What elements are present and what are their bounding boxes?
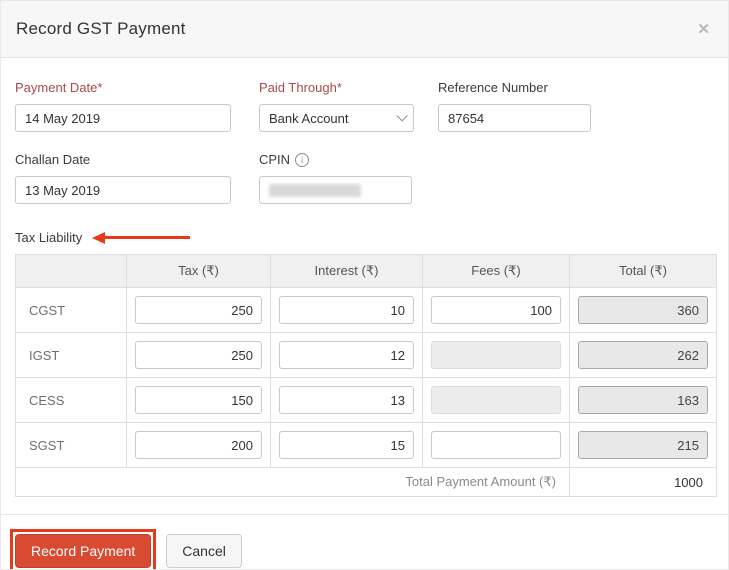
cess-fees-input [431,386,561,414]
reference-number-field: Reference Number [438,80,591,132]
form-row-2: Challan Date CPIN i [15,152,714,204]
cpin-label: CPIN i [259,152,412,167]
row-label-cess: CESS [16,378,127,423]
column-header-total: Total (₹) [570,255,717,288]
cess-interest-input[interactable] [279,386,414,414]
cancel-button[interactable]: Cancel [166,534,242,568]
tax-liability-section: Tax Liability [15,230,714,245]
cgst-total-input [578,296,708,324]
paid-through-value: Bank Account [269,111,349,126]
challan-date-input[interactable] [15,176,231,204]
igst-total-input [578,341,708,369]
modal-footer: Record Payment Cancel [1,515,728,570]
red-arrow-icon [92,232,190,244]
info-icon[interactable]: i [295,153,309,167]
reference-number-input[interactable] [438,104,591,132]
tax-liability-label: Tax Liability [15,230,82,245]
record-payment-button[interactable]: Record Payment [15,534,151,568]
table-header-row: Tax (₹) Interest (₹) Fees (₹) Total (₹) [16,255,717,288]
close-icon[interactable]: ✕ [697,22,710,37]
sgst-tax-input[interactable] [135,431,262,459]
column-header-empty [16,255,127,288]
igst-tax-input[interactable] [135,341,262,369]
modal-body: Payment Date* Paid Through* Bank Account… [1,58,728,497]
cpin-field: CPIN i [259,152,412,204]
total-payment-amount-label: Total Payment Amount (₹) [16,468,570,497]
column-header-interest: Interest (₹) [271,255,423,288]
paid-through-label: Paid Through* [259,80,414,95]
modal-header: Record GST Payment ✕ [1,1,728,58]
cpin-label-text: CPIN [259,152,290,167]
cgst-interest-input[interactable] [279,296,414,324]
column-header-tax: Tax (₹) [127,255,271,288]
table-row-sgst: SGST [16,423,717,468]
paid-through-select[interactable]: Bank Account [259,104,414,132]
form-row-1: Payment Date* Paid Through* Bank Account… [15,80,714,132]
tax-liability-table: Tax (₹) Interest (₹) Fees (₹) Total (₹) … [15,254,717,497]
sgst-total-input [578,431,708,459]
redacted-value-bar [269,184,361,197]
cgst-fees-input[interactable] [431,296,561,324]
cess-total-input [578,386,708,414]
table-row-cess: CESS [16,378,717,423]
cpin-input[interactable] [259,176,412,204]
table-row-cgst: CGST [16,288,717,333]
igst-interest-input[interactable] [279,341,414,369]
reference-number-label: Reference Number [438,80,591,95]
total-payment-amount-value: 1000 [570,468,717,497]
column-header-fees: Fees (₹) [423,255,570,288]
row-label-cgst: CGST [16,288,127,333]
payment-date-field: Payment Date* [15,80,231,132]
record-gst-payment-modal: Record GST Payment ✕ Payment Date* Paid … [0,0,729,570]
challan-date-label: Challan Date [15,152,231,167]
cess-tax-input[interactable] [135,386,262,414]
record-payment-highlight-box: Record Payment [10,529,156,570]
chevron-down-icon [396,110,407,121]
table-row-igst: IGST [16,333,717,378]
igst-fees-input [431,341,561,369]
challan-date-field: Challan Date [15,152,231,204]
table-footer-row: Total Payment Amount (₹) 1000 [16,468,717,497]
modal-title: Record GST Payment [16,19,186,39]
cgst-tax-input[interactable] [135,296,262,324]
sgst-interest-input[interactable] [279,431,414,459]
payment-date-label: Payment Date* [15,80,231,95]
sgst-fees-input[interactable] [431,431,561,459]
row-label-igst: IGST [16,333,127,378]
payment-date-input[interactable] [15,104,231,132]
row-label-sgst: SGST [16,423,127,468]
paid-through-field: Paid Through* Bank Account [259,80,414,132]
